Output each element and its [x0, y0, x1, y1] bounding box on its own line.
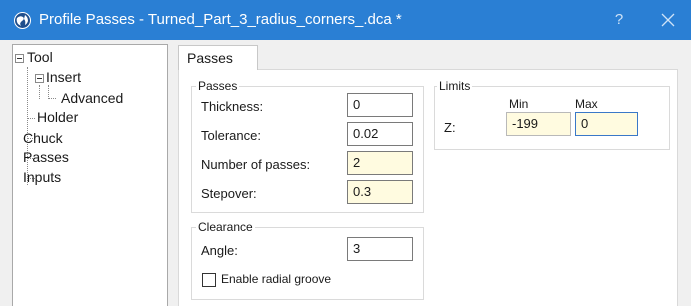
tree-connector	[48, 98, 56, 99]
angle-label: Angle:	[201, 243, 238, 258]
thickness-input[interactable]: 0	[347, 93, 413, 117]
tree-item-inputs[interactable]: Inputs	[23, 169, 61, 185]
tree-connector	[48, 85, 49, 99]
number-of-passes-input[interactable]: 2	[347, 151, 413, 175]
navigation-tree: Tool Insert Advanced Holder Chuck Passes…	[12, 44, 168, 306]
globe-icon	[14, 12, 31, 29]
tree-item-tool[interactable]: Tool	[27, 49, 53, 65]
tree-item-advanced[interactable]: Advanced	[61, 90, 123, 106]
close-button[interactable]	[654, 8, 682, 32]
tree-item-chuck[interactable]: Chuck	[23, 130, 63, 146]
number-of-passes-label: Number of passes:	[201, 157, 311, 172]
stepover-input[interactable]: 0.3	[347, 180, 413, 204]
tree-item-holder[interactable]: Holder	[37, 109, 78, 125]
tree-connector	[27, 67, 28, 185]
insert-collapse-icon[interactable]	[35, 74, 44, 83]
angle-input[interactable]: 3	[347, 237, 413, 261]
tree-item-insert[interactable]: Insert	[46, 69, 81, 85]
min-column-header: Min	[509, 97, 529, 111]
tree-item-passes[interactable]: Passes	[23, 149, 69, 165]
stepover-label: Stepover:	[201, 186, 257, 201]
limits-group-title: Limits	[437, 79, 473, 93]
close-icon	[661, 13, 675, 27]
tree-connector	[27, 118, 35, 119]
help-button[interactable]: ?	[606, 8, 632, 32]
title-bar: Profile Passes - Turned_Part_3_radius_co…	[0, 0, 691, 40]
passes-panel: Passes Thickness: 0 Tolerance: 0.02 Numb…	[178, 69, 678, 306]
clearance-group-title: Clearance	[196, 220, 255, 234]
radial-groove-label[interactable]: Enable radial groove	[221, 272, 331, 286]
z-max-input[interactable]: 0	[575, 112, 638, 136]
tolerance-input[interactable]: 0.02	[347, 122, 413, 146]
thickness-label: Thickness:	[201, 99, 264, 114]
tab-passes[interactable]: Passes	[178, 45, 258, 70]
tolerance-label: Tolerance:	[201, 128, 261, 143]
passes-group-title: Passes	[196, 79, 240, 93]
tool-collapse-icon[interactable]	[15, 54, 24, 63]
window-title: Profile Passes - Turned_Part_3_radius_co…	[39, 11, 402, 28]
z-min-input[interactable]: -199	[506, 112, 571, 136]
max-column-header: Max	[575, 97, 598, 111]
z-label: Z:	[444, 120, 456, 135]
tree-connector	[39, 85, 40, 99]
radial-groove-checkbox[interactable]	[202, 273, 216, 287]
